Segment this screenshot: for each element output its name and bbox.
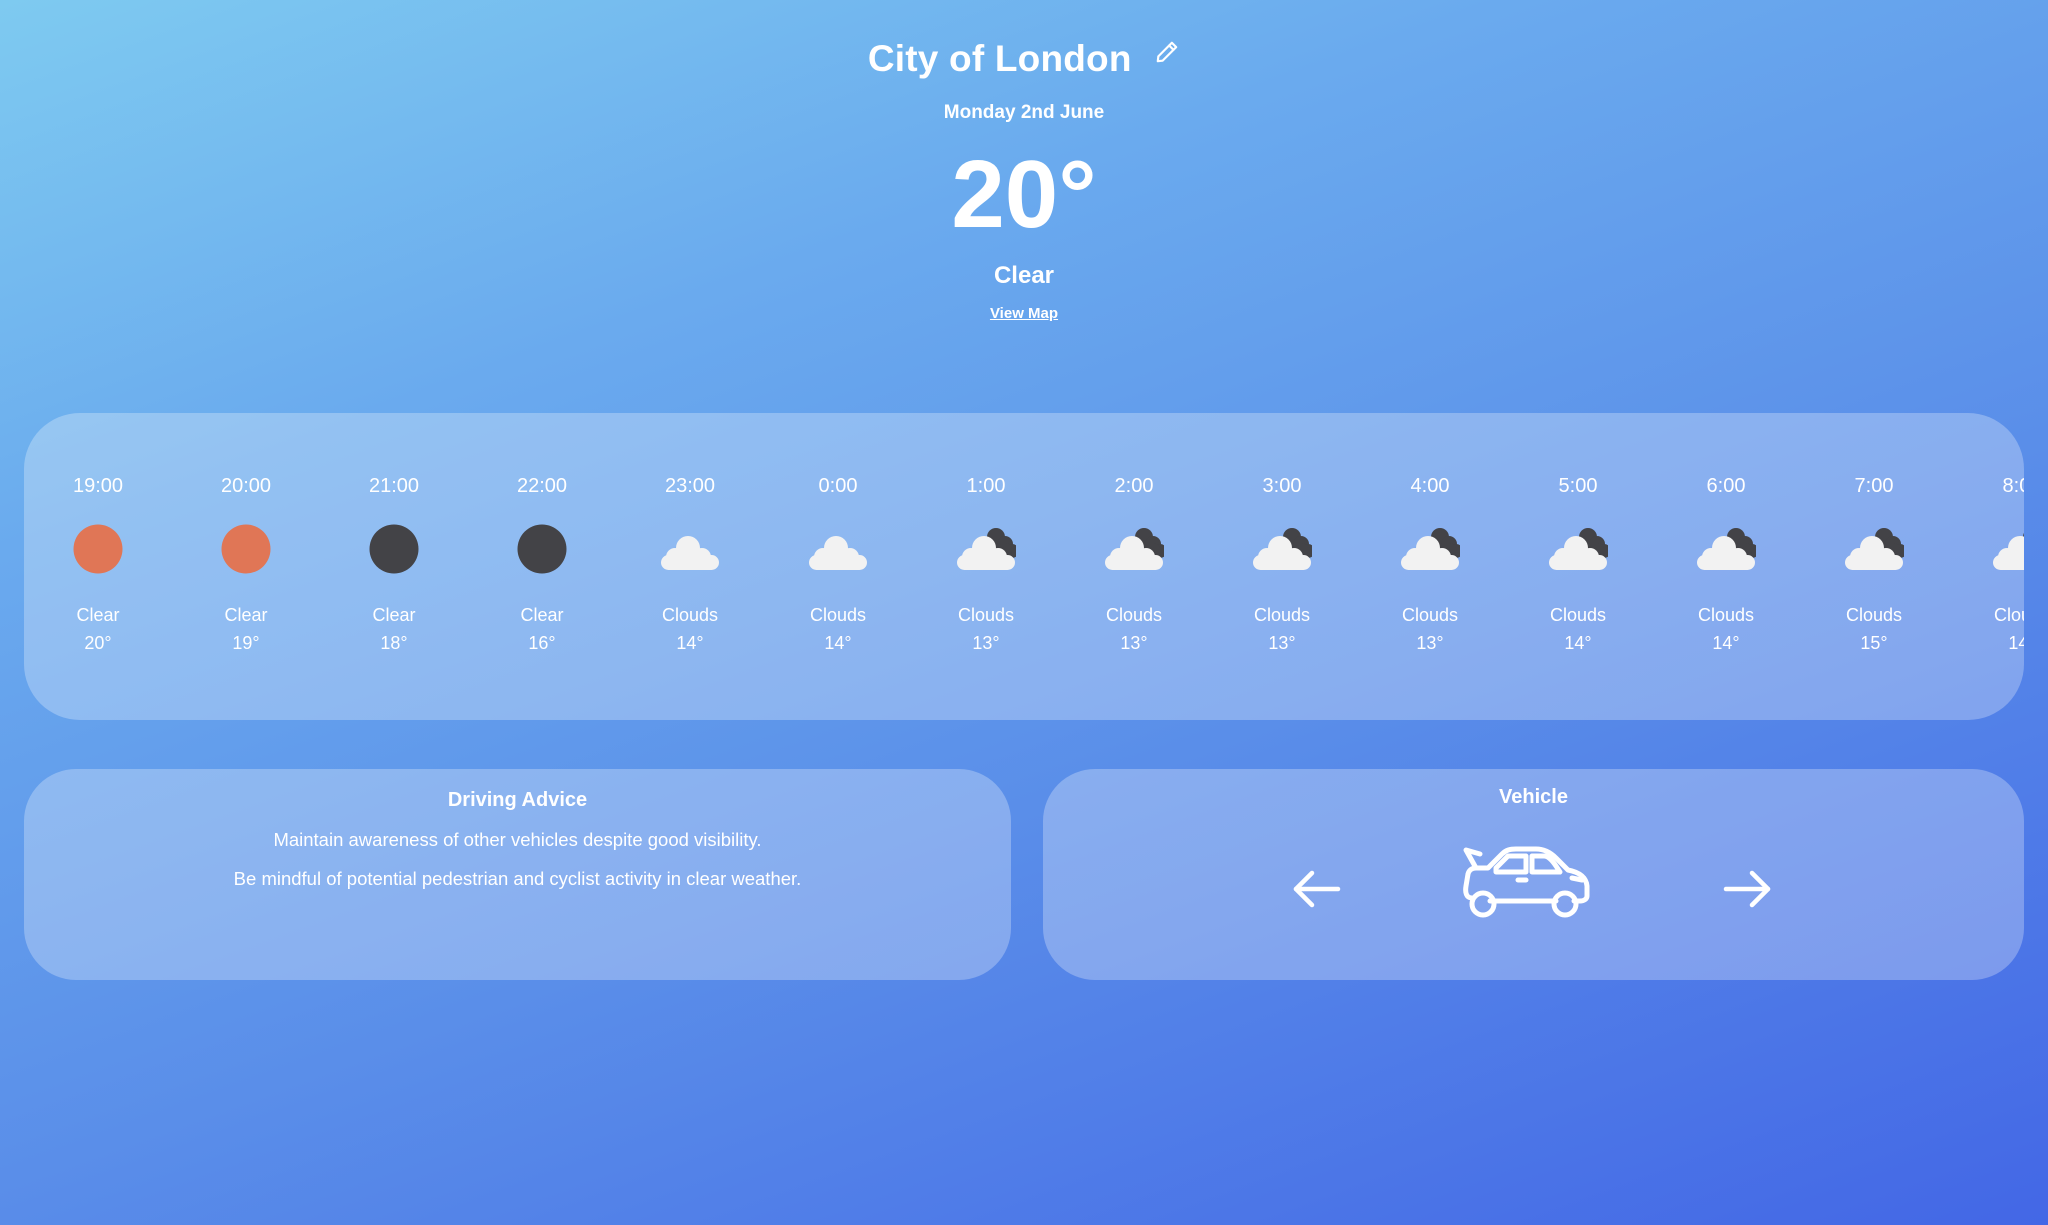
driving-advice-line: Be mindful of potential pedestrian and c…: [233, 868, 802, 889]
hour-time: 3:00: [1262, 475, 1302, 497]
hour-condition: Clouds: [1253, 605, 1311, 625]
car-icon: [1460, 844, 1592, 926]
hourly-forecast-item: 7:00 Clouds 15°: [1814, 413, 1934, 720]
sun-icon: [68, 523, 128, 575]
hour-condition: Clouds: [1549, 605, 1607, 625]
hour-temperature: 14°: [1712, 633, 1740, 653]
hour-condition: Clouds: [1697, 605, 1755, 625]
cloud-dark-icon: [1104, 523, 1167, 575]
hour-condition: Clear: [520, 605, 564, 625]
hour-time: 8:00: [2002, 475, 2024, 497]
hour-temperature: 13°: [1416, 633, 1444, 653]
hour-time: 20:00: [220, 475, 272, 497]
vehicle-card: Vehicle: [1043, 769, 2024, 980]
driving-advice-card: Driving Advice Maintain awareness of oth…: [24, 769, 1011, 980]
hour-condition: Clouds: [1105, 605, 1163, 625]
hour-condition: Clouds: [1401, 605, 1459, 625]
hour-temperature: 13°: [1120, 633, 1148, 653]
cloud-dark-icon: [1844, 523, 1907, 575]
hour-temperature: 14°: [1564, 633, 1592, 653]
view-map-link[interactable]: View Map: [990, 305, 1058, 322]
hour-time: 1:00: [966, 475, 1006, 497]
hourly-forecast-panel[interactable]: 19:00 Clear 20° 20:00 Clear 19° 21:00 Clear 18° 2…: [24, 413, 2024, 720]
hourly-forecast-item: 0:00 Clouds 14°: [778, 413, 898, 720]
hour-condition: Clear: [76, 605, 120, 625]
hourly-forecast-item: 22:00 Clear 16°: [482, 413, 602, 720]
hour-time: 23:00: [664, 475, 716, 497]
hour-temperature: 19°: [232, 633, 260, 653]
hourly-forecast-item: 21:00 Clear 18°: [334, 413, 454, 720]
moon-icon: [364, 523, 424, 575]
hour-time: 5:00: [1558, 475, 1598, 497]
cloud-dark-icon: [1252, 523, 1315, 575]
hour-condition: Clouds: [809, 605, 867, 625]
hour-temperature: 14°: [2008, 633, 2024, 653]
cloud-icon: [660, 523, 720, 575]
hour-condition: Clouds: [957, 605, 1015, 625]
hour-temperature: 20°: [84, 633, 112, 653]
hour-temperature: 13°: [972, 633, 1000, 653]
cloud-dark-icon: [1992, 523, 2024, 575]
hour-temperature: 14°: [676, 633, 704, 653]
previous-vehicle-button[interactable]: [1290, 867, 1342, 911]
vehicle-title: Vehicle: [1499, 786, 1568, 808]
hour-temperature: 14°: [824, 633, 852, 653]
cloud-dark-icon: [1400, 523, 1463, 575]
driving-advice-title: Driving Advice: [447, 789, 588, 811]
view-map-container: View Map: [0, 305, 2048, 322]
hour-temperature: 16°: [528, 633, 556, 653]
hourly-forecast-item: 4:00 Clouds 13°: [1370, 413, 1490, 720]
pencil-icon: [1156, 41, 1178, 63]
hour-temperature: 18°: [380, 633, 408, 653]
hourly-forecast-item: 1:00 Clouds 13°: [926, 413, 1046, 720]
hour-condition: Clouds: [661, 605, 719, 625]
current-temperature: 20°: [951, 141, 1097, 248]
hour-condition: Clouds: [1993, 605, 2024, 625]
hour-temperature: 13°: [1268, 633, 1296, 653]
hourly-forecast-item: 3:00 Clouds 13°: [1222, 413, 1342, 720]
hourly-forecast-item: 23:00 Clouds 14°: [630, 413, 750, 720]
arrow-right-icon: [1723, 870, 1771, 908]
arrow-left-icon: [1293, 870, 1341, 908]
hour-time: 7:00: [1854, 475, 1894, 497]
driving-advice-line: Maintain awareness of other vehicles des…: [273, 829, 762, 850]
hour-time: 21:00: [368, 475, 420, 497]
hour-time: 0:00: [818, 475, 858, 497]
hour-temperature: 15°: [1860, 633, 1888, 653]
cloud-icon: [808, 523, 868, 575]
hour-condition: Clouds: [1845, 605, 1903, 625]
hour-time: 22:00: [516, 475, 568, 497]
hour-time: 19:00: [72, 475, 124, 497]
next-vehicle-button[interactable]: [1722, 867, 1774, 911]
hourly-forecast-item: 8:00 Clouds 14°: [1962, 413, 2024, 720]
sun-icon: [216, 523, 276, 575]
hourly-forecast-item: 5:00 Clouds 14°: [1518, 413, 1638, 720]
hour-time: 4:00: [1410, 475, 1450, 497]
hour-condition: Clear: [224, 605, 268, 625]
hourly-forecast-item: 6:00 Clouds 14°: [1666, 413, 1786, 720]
cloud-dark-icon: [1548, 523, 1611, 575]
hourly-forecast-item: 19:00 Clear 20°: [38, 413, 158, 720]
cloud-dark-icon: [956, 523, 1019, 575]
cloud-dark-icon: [1696, 523, 1759, 575]
current-date: Monday 2nd June: [943, 102, 1105, 123]
city-row: City of London: [0, 34, 2048, 84]
hour-time: 6:00: [1706, 475, 1746, 497]
hour-condition: Clear: [372, 605, 416, 625]
current-condition: Clear: [993, 262, 1055, 289]
hour-time: 2:00: [1114, 475, 1154, 497]
hourly-forecast-item: 2:00 Clouds 13°: [1074, 413, 1194, 720]
hourly-forecast-item: 20:00 Clear 19°: [186, 413, 306, 720]
edit-location-button[interactable]: [1154, 39, 1180, 65]
moon-icon: [512, 523, 572, 575]
city-name: City of London: [867, 38, 1132, 79]
